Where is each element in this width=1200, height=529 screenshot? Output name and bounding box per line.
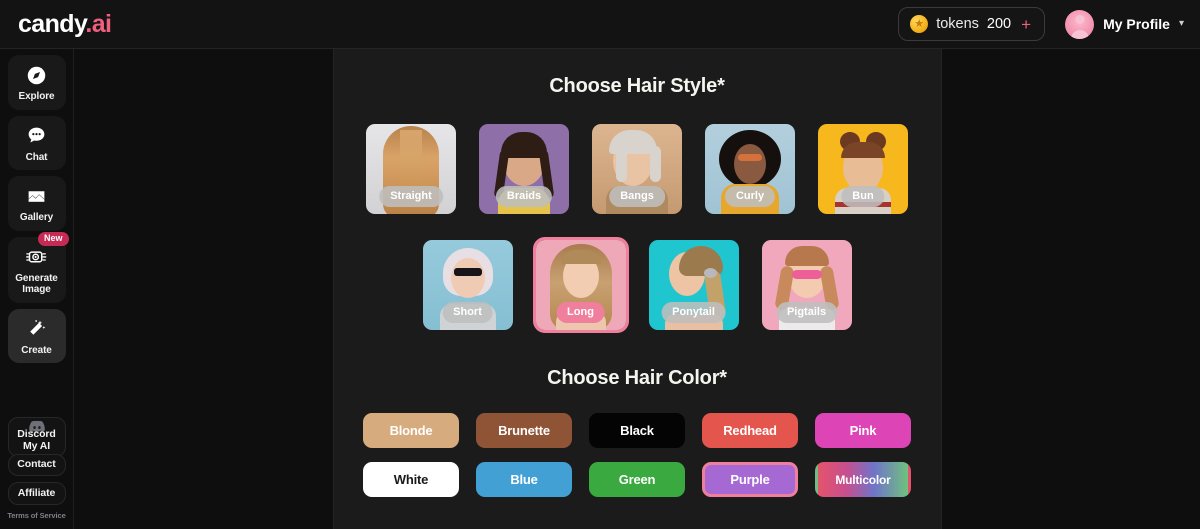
chat-bubble-icon (26, 125, 48, 147)
tokens-label: tokens (936, 16, 979, 32)
hair-color-label: Multicolor (835, 472, 891, 487)
hair-color-label: Black (620, 423, 654, 438)
hair-color-row-1: Blonde Brunette Black Redhead Pink (334, 413, 941, 448)
avatar (1065, 9, 1095, 39)
body: Explore Chat Gallery New Generate Image … (0, 49, 1200, 529)
hair-color-row-2: White Blue Green Purple Multicolor (334, 462, 941, 497)
hair-style-label: Curly (724, 186, 776, 207)
brand-logo-accent: .ai (85, 9, 112, 38)
hair-style-card-curly[interactable]: Curly (702, 121, 798, 217)
hair-color-label: Brunette (498, 423, 550, 438)
gallery-image-icon (26, 185, 48, 207)
sidebar-mini-label: My AI (22, 439, 51, 452)
hair-color-redhead[interactable]: Redhead (702, 413, 798, 448)
sidebar-item-create[interactable]: Create (7, 308, 66, 363)
add-tokens-icon[interactable]: + (1021, 16, 1031, 33)
hair-color-label: White (393, 472, 429, 487)
hair-color-label: Green (618, 472, 656, 487)
sidebar-item-affiliate[interactable]: Affiliate (7, 481, 66, 505)
app-root: candy.ai ★ tokens 200 + My Profile ▾ Exp… (0, 0, 1200, 529)
hair-color-green[interactable]: Green (589, 462, 685, 497)
hair-color-blue[interactable]: Blue (476, 462, 572, 497)
hair-style-label: Bun (841, 186, 885, 207)
terms-of-service-link[interactable]: Terms of Service (7, 511, 65, 525)
sidebar-bottom-group: Discord My AI Contact Affiliate Terms of… (6, 417, 67, 529)
compass-icon (26, 64, 48, 86)
hair-color-label: Pink (849, 423, 877, 438)
hair-style-label: Bangs (609, 186, 665, 207)
hair-style-label: Pigtails (775, 302, 838, 323)
hair-color-section-title: Choose Hair Color* (547, 367, 727, 389)
hair-style-label: Braids (495, 186, 553, 207)
sidebar-mini-label: Discord (17, 428, 56, 440)
camera-icon (26, 246, 48, 268)
hair-color-white[interactable]: White (363, 462, 459, 497)
chevron-down-icon: ▾ (1178, 18, 1184, 29)
hair-style-section-title: Choose Hair Style* (549, 75, 725, 97)
hair-style-card-short[interactable]: Short (420, 237, 516, 333)
hair-style-card-braids[interactable]: Braids (476, 121, 572, 217)
hair-style-label: Straight (379, 186, 443, 207)
hair-color-blonde[interactable]: Blonde (363, 413, 459, 448)
hair-color-label: Blue (510, 472, 538, 487)
hair-color-black[interactable]: Black (589, 413, 685, 448)
hair-style-card-bangs[interactable]: Bangs (589, 121, 685, 217)
hair-color-brunette[interactable]: Brunette (476, 413, 572, 448)
header-right-cluster: ★ tokens 200 + My Profile ▾ (898, 7, 1184, 41)
hair-style-card-bun[interactable]: Bun (815, 121, 911, 217)
hair-color-pink[interactable]: Pink (815, 413, 911, 448)
tokens-count: 200 (986, 16, 1012, 32)
sidebar-mini-label: Contact (17, 458, 56, 470)
hair-style-row-1: Straight Braids Bangs Curly Bun (334, 121, 941, 217)
hair-style-label: Short (442, 302, 493, 323)
main-content-area: Choose Hair Style* Straight Braids Bangs… (74, 49, 1200, 529)
coin-star-icon: ★ (910, 15, 929, 33)
sidebar-item-generate-image[interactable]: New Generate Image (7, 231, 69, 303)
hair-style-card-pigtails[interactable]: Pigtails (759, 237, 855, 333)
sidebar-item-contact[interactable]: Contact (7, 454, 66, 476)
sidebar-item-label: Generate Image (15, 272, 58, 296)
sidebar-item-explore[interactable]: Explore (7, 55, 66, 110)
sidebar: Explore Chat Gallery New Generate Image … (0, 49, 74, 529)
hair-style-card-straight[interactable]: Straight (363, 121, 459, 217)
hair-style-card-long[interactable]: Long (532, 237, 629, 333)
sidebar-item-gallery[interactable]: Gallery (7, 176, 66, 231)
hair-style-card-ponytail[interactable]: Ponytail (646, 237, 742, 333)
hair-style-label: Long (556, 302, 605, 323)
hair-color-label: Purple (730, 472, 770, 487)
hair-color-label: Blonde (389, 423, 433, 438)
top-header: candy.ai ★ tokens 200 + My Profile ▾ (0, 0, 1200, 49)
profile-menu[interactable]: My Profile ▾ (1065, 9, 1184, 39)
hair-style-label: Ponytail (661, 302, 726, 323)
new-badge: New (37, 231, 69, 246)
tokens-badge[interactable]: ★ tokens 200 + (898, 7, 1046, 41)
sidebar-item-chat[interactable]: Chat (7, 115, 66, 170)
sidebar-item-label: Explore (18, 91, 55, 102)
hair-color-purple[interactable]: Purple (702, 462, 798, 497)
sidebar-item-label: Create (21, 344, 52, 356)
sidebar-mini-label: Affiliate (17, 486, 56, 499)
profile-name: My Profile (1103, 16, 1170, 32)
sidebar-item-label: Chat (25, 151, 48, 163)
hair-color-label: Redhead (723, 423, 777, 438)
sidebar-item-discord[interactable]: Discord My AI (7, 417, 66, 457)
hair-color-multicolor[interactable]: Multicolor (815, 462, 911, 497)
create-character-panel: Choose Hair Style* Straight Braids Bangs… (332, 49, 942, 529)
brand-logo-primary: candy (18, 9, 86, 38)
brand-logo[interactable]: candy.ai (18, 9, 112, 38)
sidebar-item-label: Gallery (19, 212, 54, 223)
hair-style-row-2: Short Long Ponytail Pigtails (334, 237, 941, 333)
magic-wand-icon (26, 318, 48, 340)
